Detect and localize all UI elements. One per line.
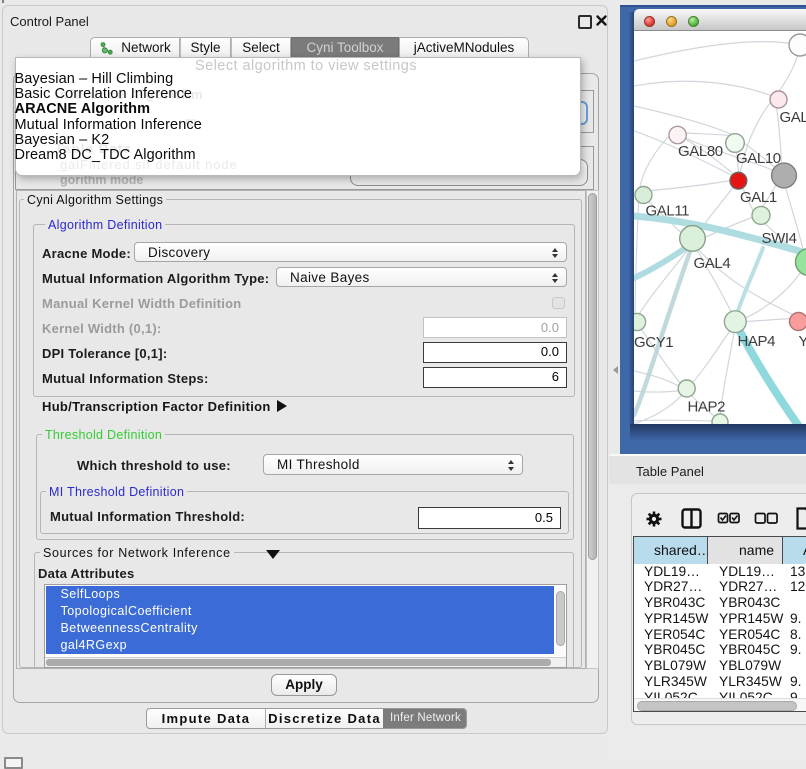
svg-text:GAL4: GAL4 xyxy=(694,255,731,272)
svg-text:HAP4: HAP4 xyxy=(738,333,776,350)
svg-text:GAL1: GAL1 xyxy=(740,189,777,206)
svg-text:GCY1: GCY1 xyxy=(634,334,673,351)
svg-text:HAP2: HAP2 xyxy=(688,399,726,416)
svg-text:GAL11: GAL11 xyxy=(646,203,690,220)
svg-text:GAL2: GAL2 xyxy=(780,109,806,126)
svg-text:YM: YM xyxy=(799,333,806,350)
svg-text:GAL10: GAL10 xyxy=(736,150,781,167)
svg-text:SWI4: SWI4 xyxy=(762,230,797,247)
svg-text:GAL80: GAL80 xyxy=(678,143,723,160)
